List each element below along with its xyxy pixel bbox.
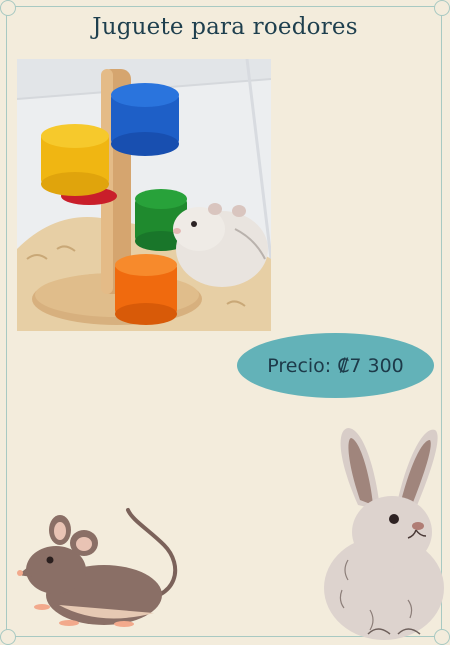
price-badge: Precio: ₡7 300: [237, 333, 434, 398]
price-label: Precio:: [267, 354, 332, 377]
product-photo: [17, 59, 271, 331]
price-value: ₡7 300: [337, 354, 404, 377]
rabbit-icon: [318, 420, 446, 640]
mouse-icon: [14, 505, 194, 630]
page-title: Juguete para roedores: [92, 14, 358, 40]
frame-corner-bottom-left: [0, 629, 16, 645]
